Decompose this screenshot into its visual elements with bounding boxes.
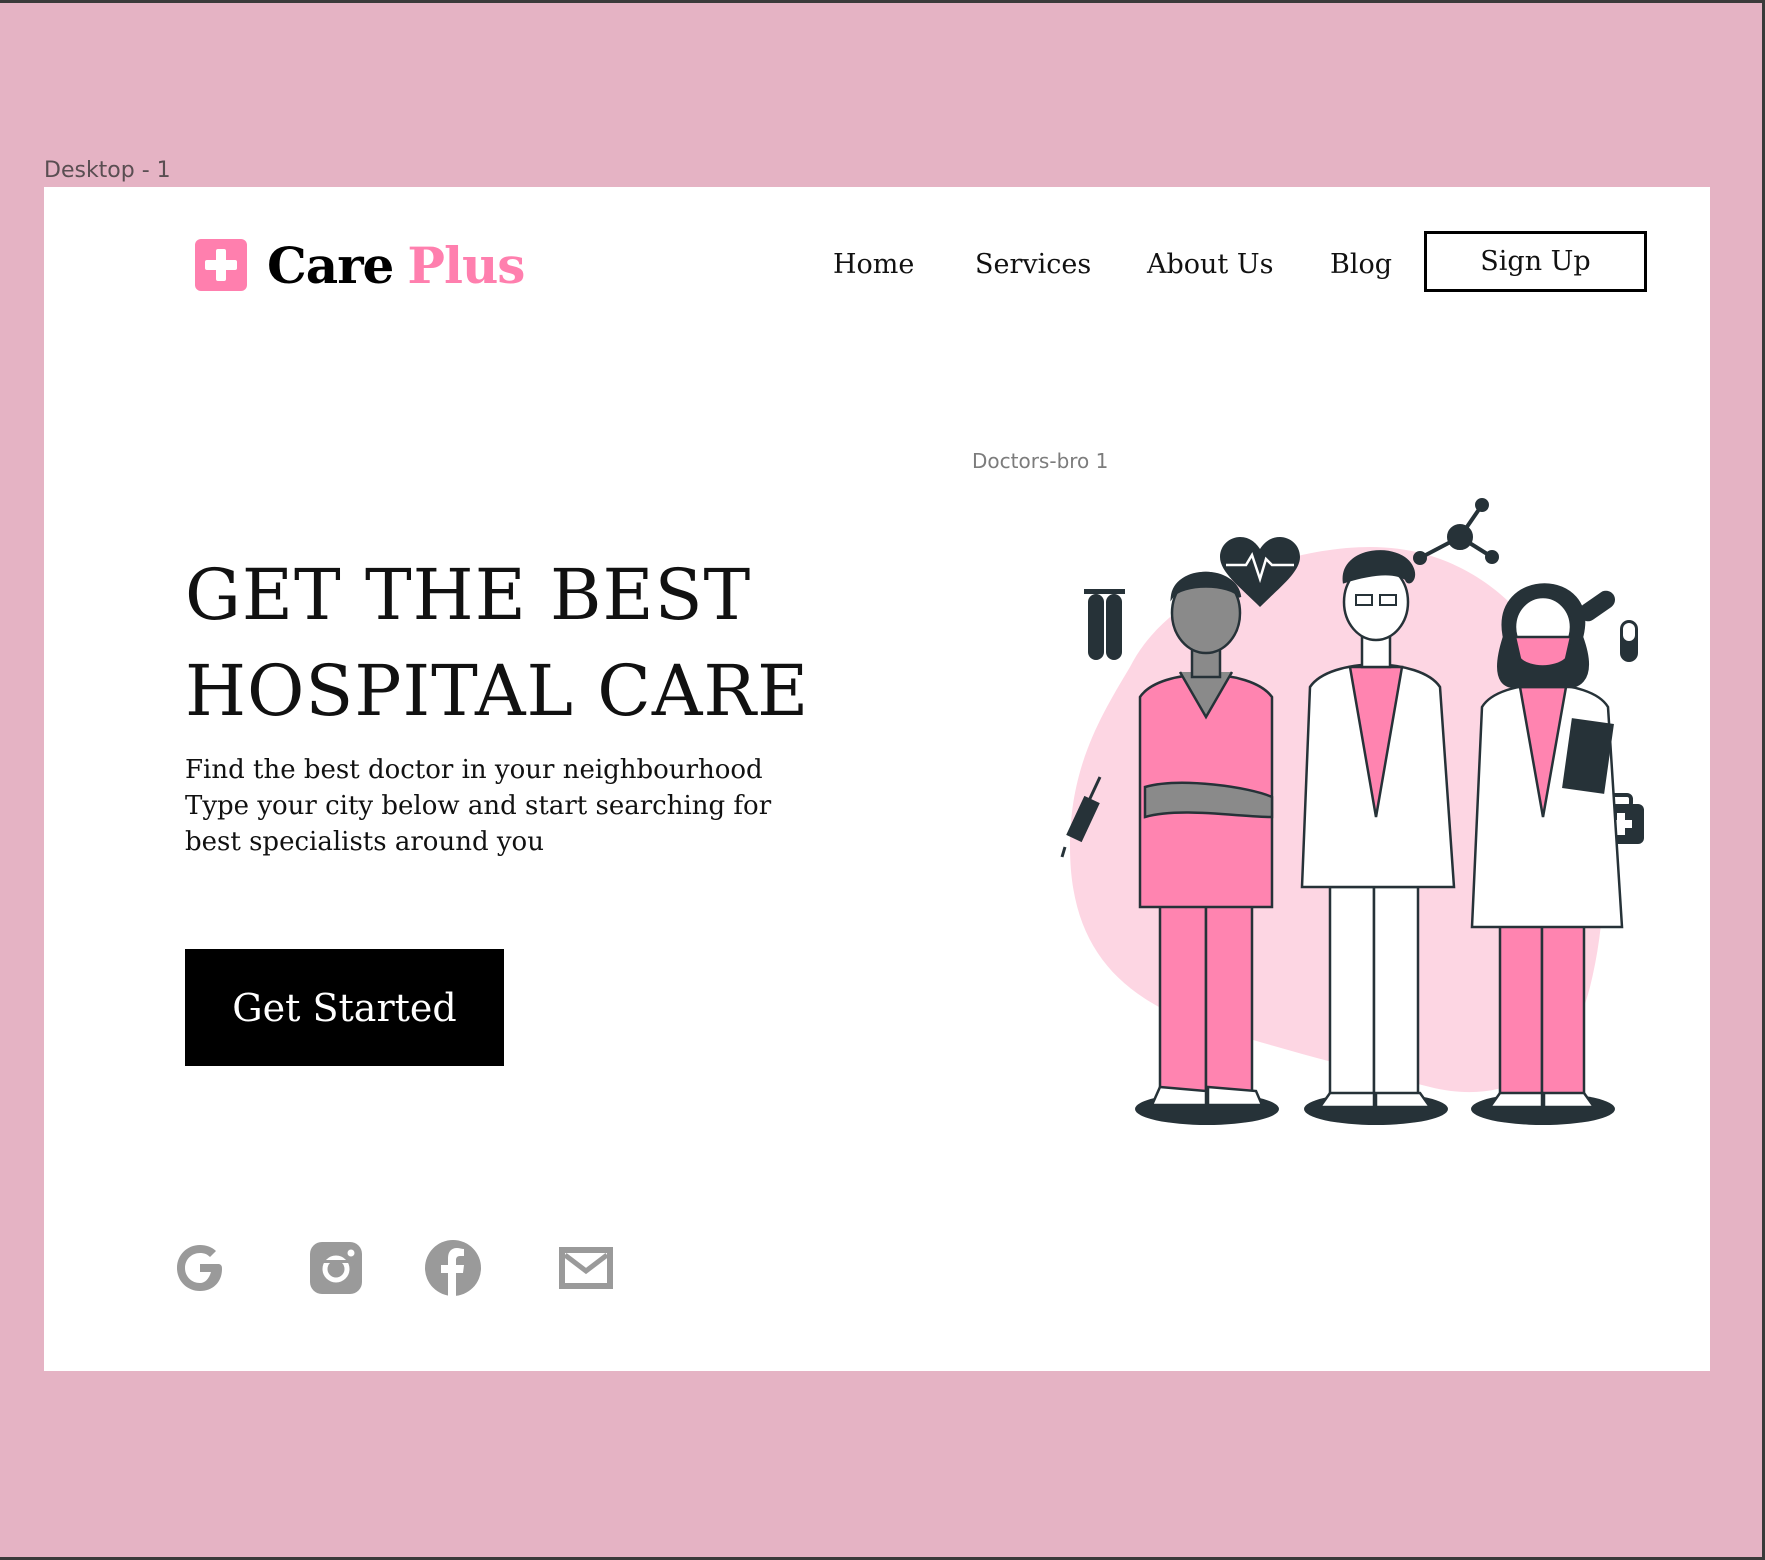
- nav-about-us[interactable]: About Us: [1147, 249, 1273, 280]
- frame-label[interactable]: Desktop - 1: [44, 158, 171, 183]
- doctors-illustration: [1060, 498, 1644, 1125]
- hero-subtitle-line: best specialists around you: [185, 827, 544, 857]
- sign-up-button[interactable]: Sign Up: [1424, 231, 1647, 292]
- instagram-icon[interactable]: [306, 1237, 366, 1299]
- nav-home[interactable]: Home: [833, 249, 914, 280]
- hero-subtitle-line: Type your city below and start searching…: [185, 791, 772, 821]
- facebook-icon[interactable]: [422, 1237, 484, 1299]
- mail-icon[interactable]: [554, 1237, 618, 1299]
- nav-blog[interactable]: Blog: [1330, 249, 1392, 280]
- hero-subtitle: Find the best doctor in your neighbourho…: [185, 752, 825, 860]
- illustration-label[interactable]: Doctors-bro 1: [972, 449, 1108, 473]
- canvas-top-edge: [0, 0, 1765, 3]
- google-icon[interactable]: [170, 1237, 230, 1299]
- hero-subtitle-line: Find the best doctor in your neighbourho…: [185, 755, 763, 785]
- hero-title-line: GET THE BEST: [185, 554, 752, 636]
- desktop-frame: Care Plus Home Services About Us Blog Sig…: [44, 187, 1710, 1371]
- test-tubes-icon: [1084, 589, 1125, 660]
- nav-services[interactable]: Services: [975, 249, 1091, 280]
- molecule-icon: [1413, 498, 1499, 565]
- hero-title-line: HOSPITAL CARE: [185, 650, 810, 732]
- get-started-button[interactable]: Get Started: [185, 949, 504, 1066]
- hero-title: GET THE BEST HOSPITAL CARE: [185, 547, 825, 739]
